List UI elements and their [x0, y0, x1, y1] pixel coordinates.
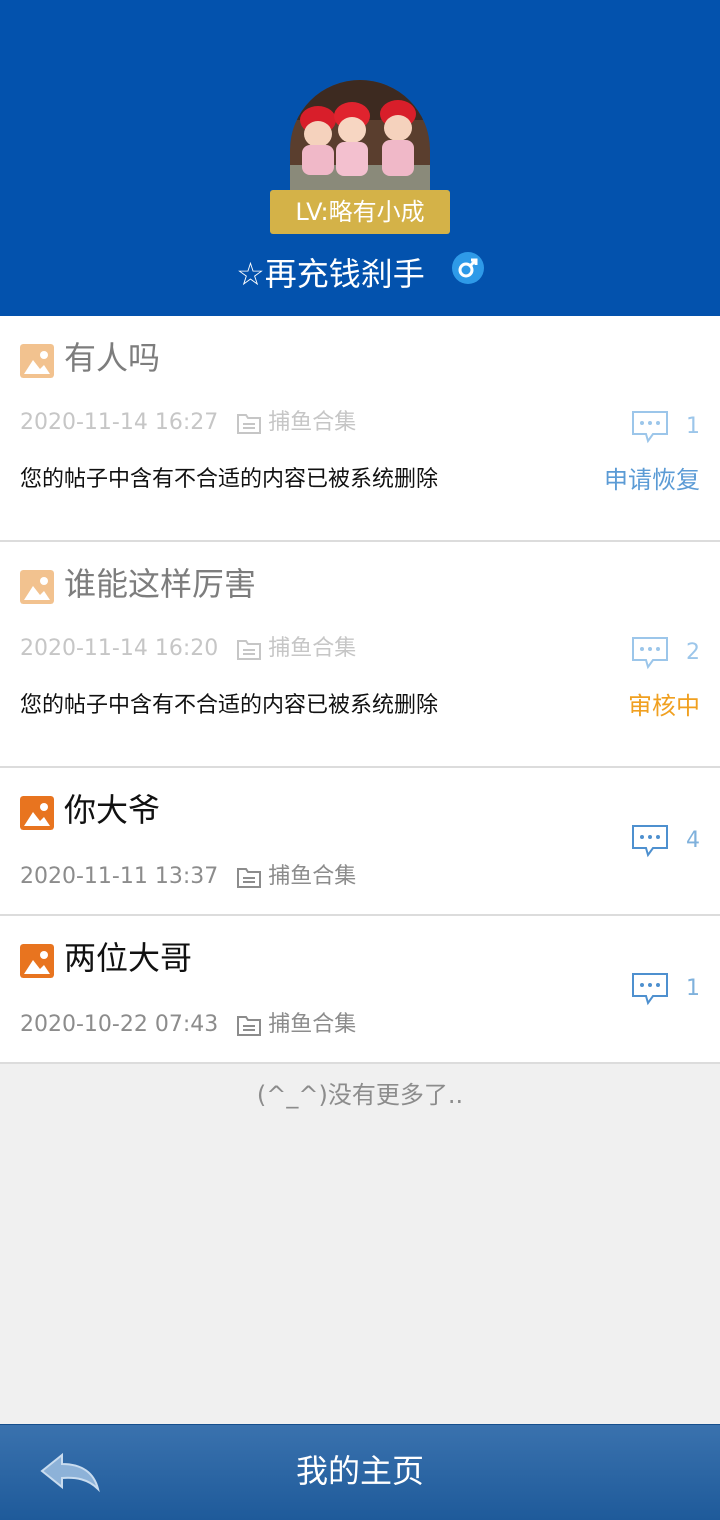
image-icon	[20, 796, 54, 830]
request-restore-button[interactable]: 申请恢复	[604, 464, 700, 496]
male-icon	[451, 252, 484, 284]
comment-count-value: 1	[686, 976, 700, 1001]
comment-count-value: 4	[686, 828, 700, 853]
post-time: 2020-10-22 07:43	[20, 1012, 219, 1037]
page-title: 我的主页	[295, 1452, 424, 1490]
post-meta: 2020-11-14 16:27 捕鱼合集	[20, 408, 356, 438]
comment-icon	[631, 825, 668, 858]
deleted-notice: 您的帖子中含有不合适的内容已被系统删除	[20, 467, 439, 492]
comment-count: 4	[631, 824, 700, 858]
comment-count-value: 2	[686, 640, 700, 665]
list-item[interactable]: 谁能这样厉害 2020-11-14 16:20 捕鱼合集 2 您的帖子中含有不合…	[0, 542, 720, 768]
post-category[interactable]: 捕鱼合集	[268, 634, 356, 664]
comment-icon	[631, 637, 668, 670]
list-item[interactable]: 两位大哥 2020-10-22 07:43 捕鱼合集 1	[0, 916, 720, 1064]
notice-row: 您的帖子中含有不合适的内容已被系统删除 申请恢复	[20, 464, 700, 496]
comment-icon	[631, 973, 668, 1006]
deleted-notice: 您的帖子中含有不合适的内容已被系统删除	[20, 693, 439, 718]
list-item[interactable]: 你大爷 2020-11-11 13:37 捕鱼合集 4	[0, 768, 720, 916]
comment-count-value: 1	[686, 414, 700, 439]
post-time: 2020-11-14 16:20	[20, 636, 219, 661]
post-category[interactable]: 捕鱼合集	[268, 1010, 356, 1040]
app-screen: LV:略有小成 ☆再充钱刹手 有人吗 2020-11-14 16:27 捕鱼合集…	[0, 0, 720, 1520]
folder-icon	[237, 1016, 262, 1036]
list-item[interactable]: 有人吗 2020-11-14 16:27 捕鱼合集 1 您的帖子中含有不合适的内…	[0, 316, 720, 542]
comment-count: 1	[631, 972, 700, 1006]
post-category[interactable]: 捕鱼合集	[268, 408, 356, 438]
bottom-bar: 我的主页	[0, 1424, 720, 1520]
review-status: 审核中	[628, 692, 700, 720]
folder-icon	[237, 640, 262, 660]
image-icon	[20, 570, 54, 604]
folder-icon	[237, 868, 262, 888]
post-time: 2020-11-11 13:37	[20, 864, 219, 889]
level-badge: LV:略有小成	[270, 190, 450, 234]
comment-count: 1	[631, 410, 700, 444]
list-end-text: (^_^)没有更多了..	[256, 1081, 464, 1109]
post-time: 2020-11-14 16:27	[20, 410, 219, 435]
post-title: 你大爷	[64, 791, 161, 829]
post-meta: 2020-10-22 07:43 捕鱼合集	[20, 1010, 356, 1040]
image-icon	[20, 944, 54, 978]
notice-row: 您的帖子中含有不合适的内容已被系统删除 审核中	[20, 690, 700, 722]
post-title: 谁能这样厉害	[64, 565, 257, 603]
post-title: 两位大哥	[64, 939, 193, 977]
post-meta: 2020-11-14 16:20 捕鱼合集	[20, 634, 356, 664]
avatar[interactable]	[290, 80, 430, 190]
comment-icon	[631, 411, 668, 444]
folder-icon	[237, 414, 262, 434]
post-meta: 2020-11-11 13:37 捕鱼合集	[20, 862, 356, 892]
post-category[interactable]: 捕鱼合集	[268, 862, 356, 892]
comment-count: 2	[631, 636, 700, 670]
username-row: ☆再充钱刹手	[0, 250, 720, 298]
post-title: 有人吗	[64, 339, 161, 377]
username: ☆再充钱刹手	[236, 255, 425, 293]
profile-header: LV:略有小成 ☆再充钱刹手	[0, 0, 720, 316]
image-icon	[20, 344, 54, 378]
